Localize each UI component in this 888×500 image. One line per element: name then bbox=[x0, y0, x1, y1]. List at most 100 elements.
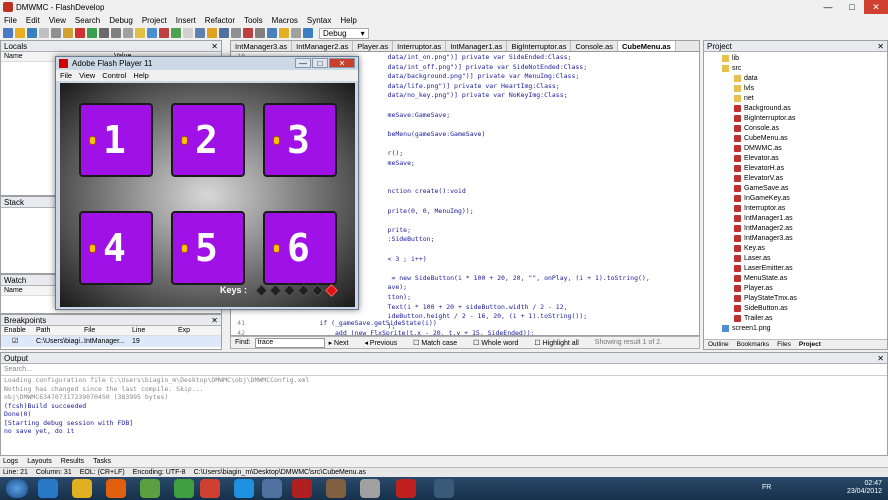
start-button[interactable] bbox=[6, 479, 28, 498]
skype-contacts-icon[interactable] bbox=[174, 479, 194, 498]
project-tree-item[interactable]: InGameKey.as bbox=[734, 194, 790, 203]
bp-col-exp[interactable]: Exp bbox=[178, 326, 190, 335]
close-icon[interactable]: ✕ bbox=[877, 353, 884, 364]
project-tree-item[interactable]: Player.as bbox=[734, 284, 773, 293]
watch-col-name[interactable]: Name bbox=[4, 286, 23, 295]
comment-icon[interactable] bbox=[171, 28, 181, 38]
cut-icon[interactable] bbox=[51, 28, 61, 38]
outdent-icon[interactable] bbox=[159, 28, 169, 38]
menu-macros[interactable]: Macros bbox=[272, 16, 298, 25]
new-file-icon[interactable] bbox=[3, 28, 13, 38]
app-icon[interactable] bbox=[140, 479, 160, 498]
level-cube-1[interactable]: 1 bbox=[79, 103, 153, 177]
flash-minimize-button[interactable]: — bbox=[295, 58, 311, 68]
level-cube-4[interactable]: 4 bbox=[79, 211, 153, 285]
project-tree-item[interactable]: Trailer.as bbox=[734, 314, 773, 323]
flash-menu-view[interactable]: View bbox=[79, 71, 95, 80]
maximize-button[interactable]: □ bbox=[840, 0, 864, 14]
step-icon[interactable] bbox=[255, 28, 265, 38]
clock[interactable]: 02:47 23/04/2012 bbox=[847, 480, 882, 496]
project-tab-outline[interactable]: Outline bbox=[708, 340, 729, 349]
bottom-tab-logs[interactable]: Logs bbox=[3, 458, 18, 465]
close-button[interactable]: ✕ bbox=[864, 0, 888, 14]
step-out-icon[interactable] bbox=[279, 28, 289, 38]
flash-menu-file[interactable]: File bbox=[60, 71, 72, 80]
project-tree-item[interactable]: Elevator.as bbox=[734, 154, 779, 163]
editor-tab[interactable]: IntManager3.as bbox=[231, 41, 293, 51]
app-icon[interactable] bbox=[360, 479, 380, 498]
find-input[interactable]: trace bbox=[254, 337, 325, 348]
redo-icon[interactable] bbox=[99, 28, 109, 38]
flash-close-button[interactable]: ✕ bbox=[329, 58, 355, 68]
bp-col-path[interactable]: Path bbox=[36, 326, 84, 335]
step-over-icon[interactable] bbox=[267, 28, 277, 38]
flash-menu-control[interactable]: Control bbox=[102, 71, 126, 80]
level-cube-6[interactable]: 6 bbox=[263, 211, 337, 285]
editor-tab[interactable]: IntManager2.as bbox=[292, 41, 354, 51]
flashdevelop-icon[interactable] bbox=[292, 479, 312, 498]
indent-icon[interactable] bbox=[147, 28, 157, 38]
bottom-tab-tasks[interactable]: Tasks bbox=[93, 458, 111, 465]
project-tree-item[interactable]: IntManager3.as bbox=[734, 234, 793, 243]
project-tree-item[interactable]: IntManager1.as bbox=[734, 214, 793, 223]
editor-tab[interactable]: CubeMenu.as bbox=[618, 41, 676, 51]
editor-tab[interactable]: Interruptor.as bbox=[393, 41, 447, 51]
flash-player-icon[interactable] bbox=[396, 479, 416, 498]
file-explorer-icon[interactable] bbox=[72, 479, 92, 498]
menu-tools[interactable]: Tools bbox=[244, 16, 263, 25]
project-tree-item[interactable]: ElevatorV.as bbox=[734, 174, 783, 183]
project-tree-item[interactable]: lib bbox=[722, 54, 739, 63]
project-tree-item[interactable]: SideButton.as bbox=[734, 304, 788, 313]
project-tree-item[interactable]: Key.as bbox=[734, 244, 765, 253]
open-folder-icon[interactable] bbox=[15, 28, 25, 38]
debug-icon[interactable] bbox=[219, 28, 229, 38]
copy-icon[interactable] bbox=[63, 28, 73, 38]
save-icon[interactable] bbox=[27, 28, 37, 38]
project-tree-item[interactable]: Interruptor.as bbox=[734, 204, 785, 213]
build-config-select[interactable]: Debug ▾ bbox=[319, 27, 369, 39]
project-tree-item[interactable]: lvls bbox=[734, 84, 754, 93]
save-all-icon[interactable] bbox=[39, 28, 49, 38]
breakpoint-checkbox[interactable]: ☑ bbox=[4, 336, 36, 347]
replace-icon[interactable] bbox=[123, 28, 133, 38]
help-icon[interactable] bbox=[303, 28, 313, 38]
project-tree-item[interactable]: Background.as bbox=[734, 104, 791, 113]
breakpoint-icon[interactable] bbox=[243, 28, 253, 38]
project-tree-item[interactable]: BigInterruptor.as bbox=[734, 114, 795, 123]
find-next-button[interactable]: ▸ Next bbox=[329, 339, 357, 347]
project-tree-item[interactable]: GameSave.as bbox=[734, 184, 788, 193]
project-tree-item[interactable]: data bbox=[734, 74, 758, 83]
bottom-tab-results[interactable]: Results bbox=[61, 458, 84, 465]
close-icon[interactable]: ✕ bbox=[211, 315, 218, 326]
firefox-icon[interactable] bbox=[106, 479, 126, 498]
flash-menu-help[interactable]: Help bbox=[133, 71, 148, 80]
project-tree-item[interactable]: CubeMenu.as bbox=[734, 134, 788, 143]
project-tree-item[interactable]: IntManager2.as bbox=[734, 224, 793, 233]
editor-tab[interactable]: IntManager1.as bbox=[446, 41, 508, 51]
close-icon[interactable]: ✕ bbox=[877, 41, 884, 52]
menu-edit[interactable]: Edit bbox=[26, 16, 40, 25]
menu-insert[interactable]: Insert bbox=[176, 16, 196, 25]
project-tree-item[interactable]: LaserEmitter.as bbox=[734, 264, 793, 273]
game-stage[interactable]: 1 2 3 4 5 6 Keys : bbox=[60, 83, 355, 307]
bp-col-line[interactable]: Line bbox=[132, 326, 178, 335]
project-tree-item[interactable]: src bbox=[722, 64, 741, 73]
project-tree-item[interactable]: net bbox=[734, 94, 754, 103]
app-icon[interactable] bbox=[262, 479, 282, 498]
close-icon[interactable]: ✕ bbox=[211, 41, 218, 52]
highlight-all-checkbox[interactable]: ☐ Highlight all bbox=[534, 339, 586, 347]
level-cube-3[interactable]: 3 bbox=[263, 103, 337, 177]
editor-tab[interactable]: BigInterruptor.as bbox=[507, 41, 572, 51]
project-tree-item[interactable]: DMWMC.as bbox=[734, 144, 782, 153]
project-tab-files[interactable]: Files bbox=[777, 340, 791, 349]
project-tree-item[interactable]: MenuState.as bbox=[734, 274, 787, 283]
settings-icon[interactable] bbox=[291, 28, 301, 38]
bottom-tab-layouts[interactable]: Layouts bbox=[27, 458, 52, 465]
project-tree-item[interactable]: ElevatorH.as bbox=[734, 164, 784, 173]
level-cube-2[interactable]: 2 bbox=[171, 103, 245, 177]
menu-file[interactable]: File bbox=[4, 16, 17, 25]
skype-icon[interactable] bbox=[234, 479, 254, 498]
uncomment-icon[interactable] bbox=[183, 28, 193, 38]
minimize-button[interactable]: — bbox=[816, 0, 840, 14]
menu-refactor[interactable]: Refactor bbox=[205, 16, 235, 25]
